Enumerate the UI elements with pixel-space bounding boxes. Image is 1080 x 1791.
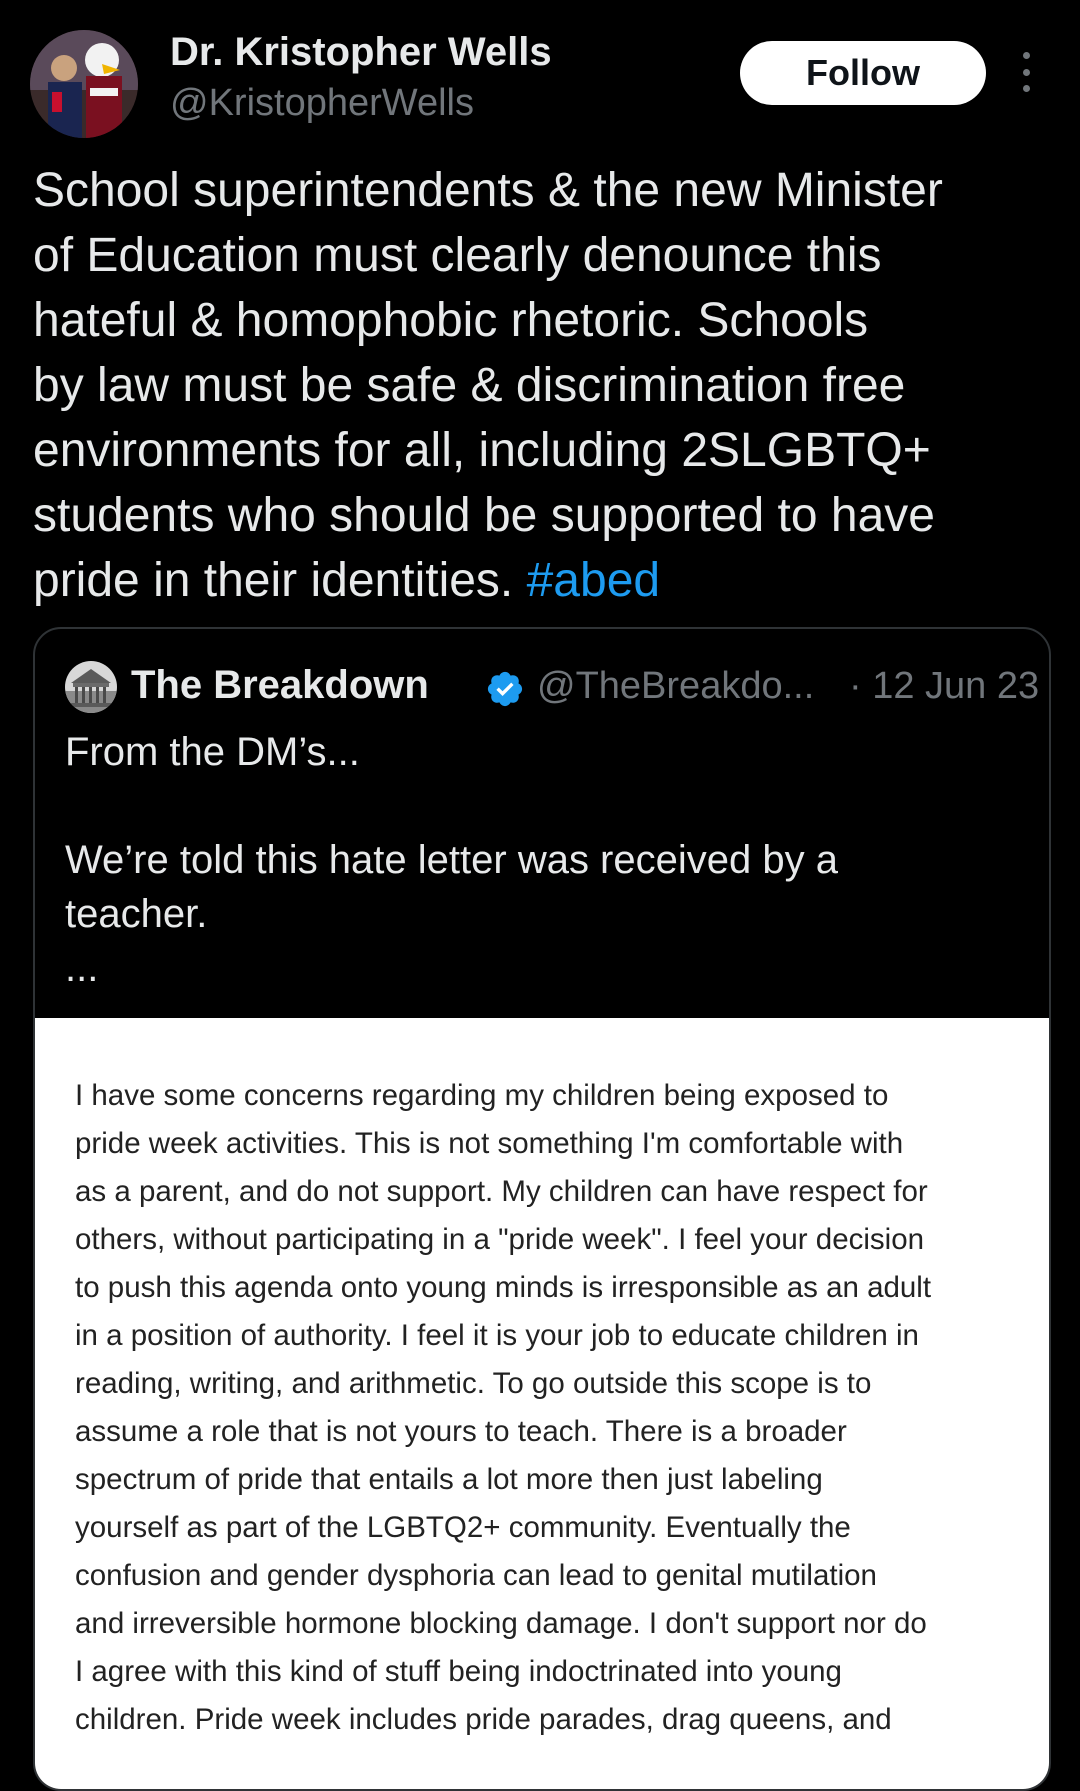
tweet-text-line: of Education must clearly denounce this	[33, 229, 882, 282]
verified-badge-icon	[485, 669, 525, 709]
letter-line: confusion and gender dysphoria can lead …	[75, 1559, 877, 1592]
letter-line: as a parent, and do not support. My chil…	[75, 1175, 928, 1208]
quoted-tweet-text: From the DM’s... We’re told this hate le…	[65, 725, 1025, 995]
letter-line: spectrum of pride that entails a lot mor…	[75, 1463, 823, 1496]
letter-line: reading, writing, and arithmetic. To go …	[75, 1367, 872, 1400]
tweet-text-line: hateful & homophobic rhetoric. Schools	[33, 294, 869, 347]
quoted-text-ellipsis: ...	[65, 946, 99, 990]
quoted-tweet-header: The Breakdown @TheBreakdo... · 12 Jun 23	[65, 659, 1039, 715]
quoted-author-avatar[interactable]	[65, 661, 117, 713]
tweet-text-last-line: pride in their identities. #abed	[33, 548, 1053, 613]
more-options-icon[interactable]	[1010, 52, 1042, 92]
quoted-tweet-card[interactable]: The Breakdown @TheBreakdo... · 12 Jun 23…	[33, 627, 1051, 1791]
attached-letter-image[interactable]: I have some concerns regarding my childr…	[35, 1018, 1049, 1789]
follow-button[interactable]: Follow	[740, 41, 986, 105]
tweet-text-line: pride in their identities.	[33, 554, 514, 607]
letter-line: I have some concerns regarding my childr…	[75, 1079, 889, 1112]
quoted-text-line: From the DM’s...	[65, 730, 360, 774]
letter-line: children. Pride week includes pride para…	[75, 1703, 892, 1736]
letter-line: others, without participating in a "prid…	[75, 1223, 925, 1256]
tweet-text-line: by law must be safe & discrimination fre…	[33, 359, 906, 412]
letter-line: yourself as part of the LGBTQ2+ communit…	[75, 1511, 851, 1544]
letter-text: I have some concerns regarding my childr…	[75, 1072, 1035, 1744]
quoted-author-handle[interactable]: @TheBreakdo...	[537, 665, 814, 708]
letter-line: and irreversible hormone blocking damage…	[75, 1607, 927, 1640]
hashtag-link[interactable]: #abed	[527, 554, 660, 607]
quoted-author-display-name[interactable]: The Breakdown	[131, 663, 429, 708]
quoted-tweet-date[interactable]: · 12 Jun 23	[849, 665, 1039, 708]
quoted-text-line: We’re told this hate letter was received…	[65, 838, 838, 882]
author-display-name[interactable]: Dr. Kristopher Wells	[170, 30, 552, 75]
author-avatar[interactable]	[30, 30, 138, 138]
letter-line: I agree with this kind of stuff being in…	[75, 1655, 842, 1688]
letter-line: pride week activities. This is not somet…	[75, 1127, 904, 1160]
author-handle[interactable]: @KristopherWells	[170, 82, 474, 125]
tweet-text-line: School superintendents & the new Ministe…	[33, 164, 943, 217]
letter-line: assume a role that is not yours to teach…	[75, 1415, 847, 1448]
tweet-text-line: students who should be supported to have	[33, 489, 935, 542]
tweet-header: Dr. Kristopher Wells @KristopherWells Fo…	[0, 0, 1080, 140]
quoted-text-line: teacher.	[65, 892, 208, 936]
tweet-text-line: environments for all, including 2SLGBTQ+	[33, 424, 931, 477]
letter-line: to push this agenda onto young minds is …	[75, 1271, 932, 1304]
tweet-text: School superintendents & the new Ministe…	[33, 158, 1053, 613]
letter-line: in a position of authority. I feel it is…	[75, 1319, 919, 1352]
